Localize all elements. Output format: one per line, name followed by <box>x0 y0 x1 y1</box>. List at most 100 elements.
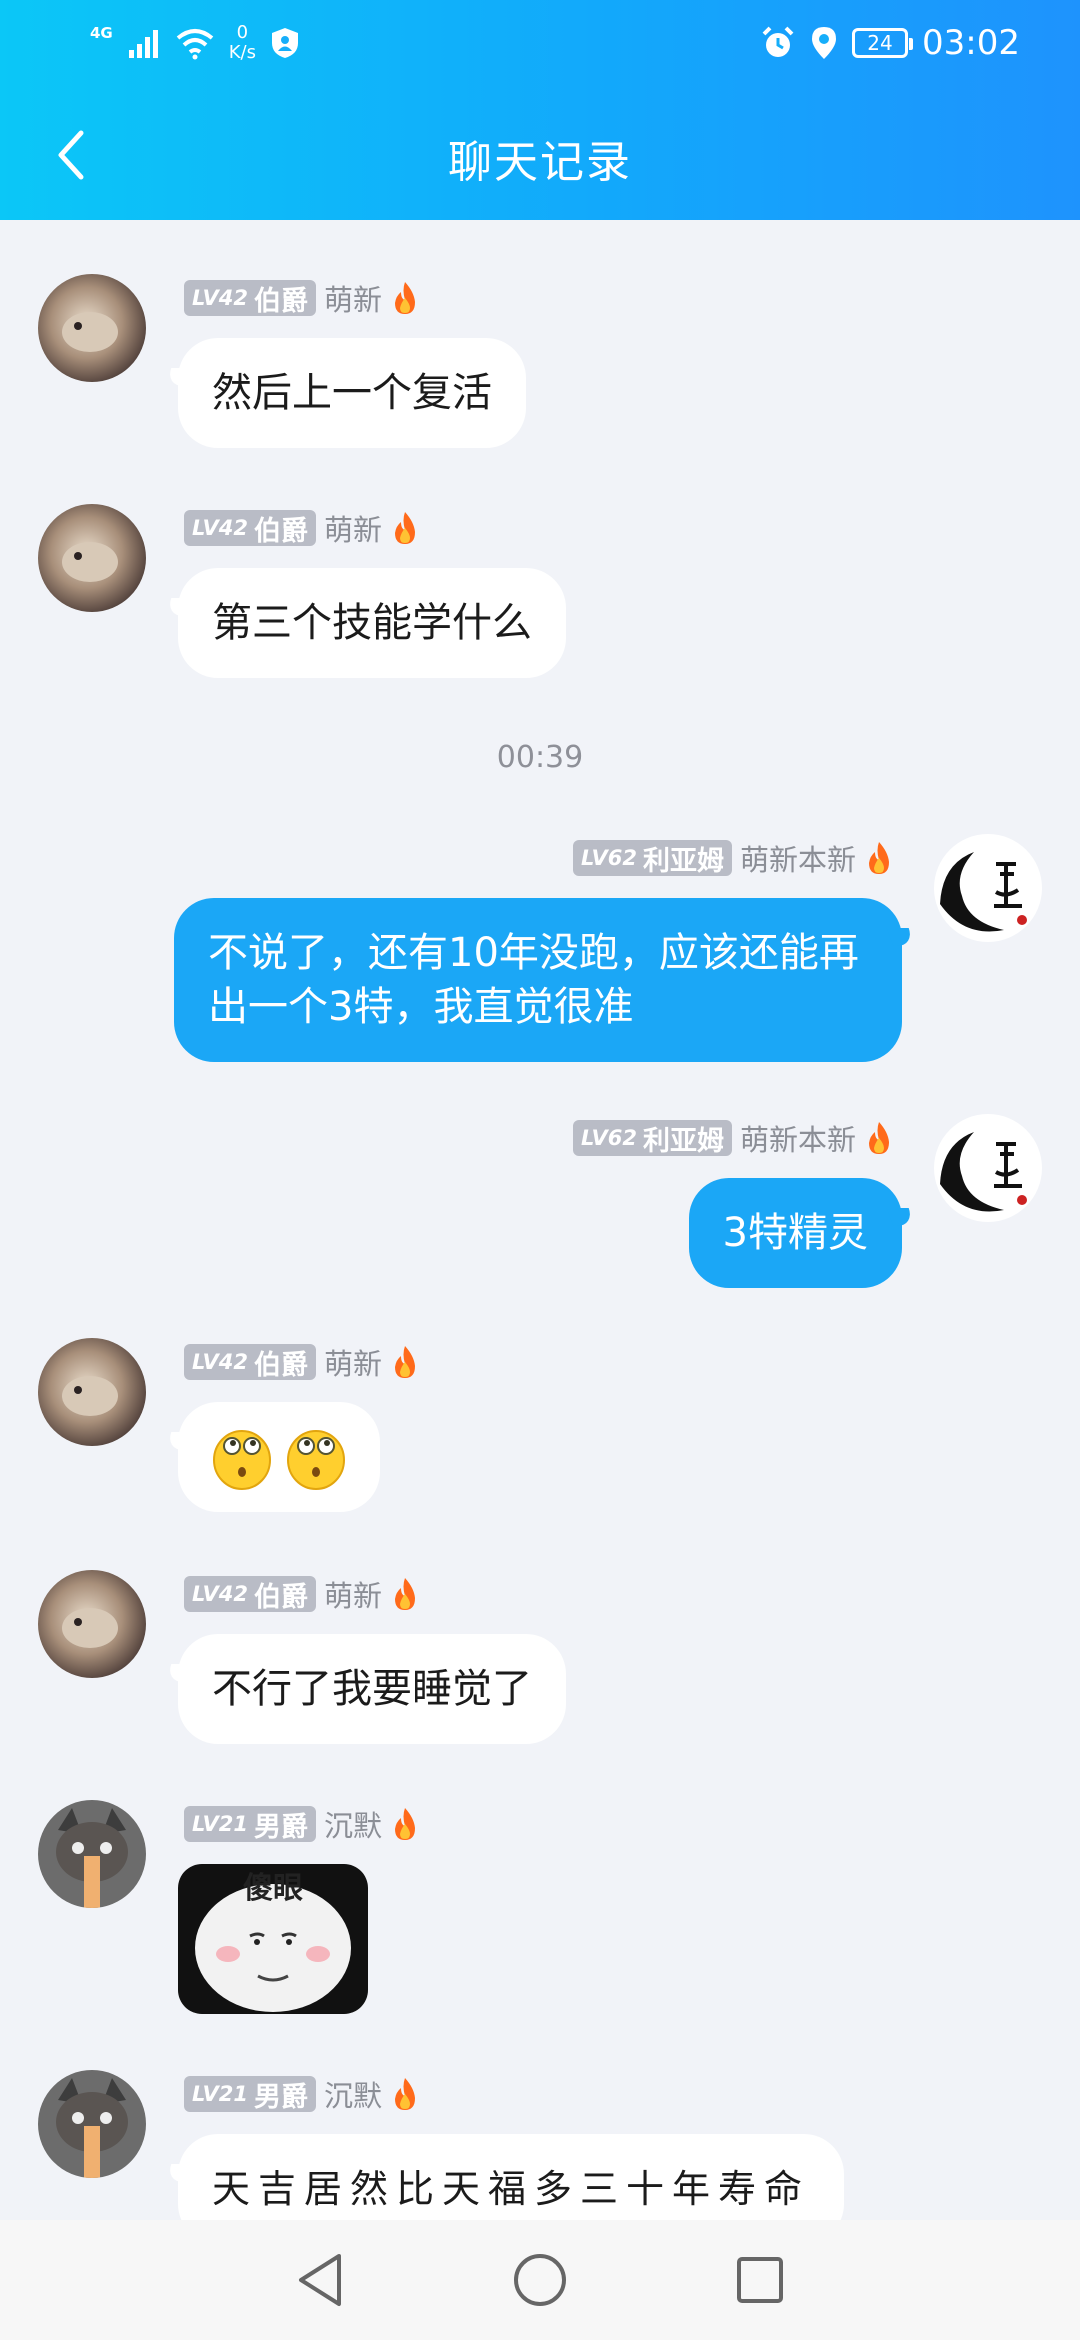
network-generation: 4G <box>90 24 113 42</box>
level-text: LV21 <box>192 1812 248 1836</box>
title-tag: 沉默 <box>323 1809 382 1843</box>
message-bubble[interactable]: 然后上一个复活 <box>178 338 526 448</box>
title-tag: 萌新 <box>323 1579 382 1613</box>
level-badge: LV62 利亚姆 <box>573 840 732 877</box>
location-icon <box>812 27 837 59</box>
page-title: 聊天记录 <box>448 137 632 188</box>
battery-icon: 24 <box>852 28 914 58</box>
avatar[interactable] <box>38 1800 146 1908</box>
title-tag: 萌新 <box>323 283 382 317</box>
status-time: 03:02 <box>922 23 1020 63</box>
message-row: LV42 伯爵 萌新 <box>0 1284 1080 1514</box>
circle-home-icon <box>514 2254 566 2306</box>
sender-meta: LV21 男爵 沉默 <box>184 2074 420 2114</box>
sender-meta: LV62 利亚姆 萌新本新 <box>573 838 894 878</box>
battery-level: 24 <box>867 31 893 55</box>
status-left: 4G 0 K/s <box>90 18 300 68</box>
level-text: LV42 <box>192 516 248 540</box>
level-text: LV42 <box>192 286 248 310</box>
level-text: LV62 <box>581 1126 637 1150</box>
status-bar: 4G 0 K/s 24 03:02 <box>0 0 1080 90</box>
message-row: LV42 伯爵 萌新 然后上一个复活 <box>0 220 1080 450</box>
wifi-icon <box>176 29 214 60</box>
sender-meta: LV62 利亚姆 萌新本新 <box>573 1118 894 1158</box>
alarm-icon <box>762 26 794 57</box>
level-text: LV42 <box>192 1582 248 1606</box>
nav-recents-button[interactable] <box>725 2245 795 2315</box>
level-badge: LV42 伯爵 <box>184 1344 316 1381</box>
nav-home-button[interactable] <box>505 2245 575 2315</box>
net-speed: 0 K/s <box>229 23 256 63</box>
fire-icon <box>394 1346 415 1378</box>
sender-meta: LV42 伯爵 萌新 <box>184 1574 420 1614</box>
nav-back-button[interactable] <box>285 2245 355 2315</box>
message-bubble[interactable] <box>178 1402 380 1512</box>
signal-icon <box>128 30 158 58</box>
net-speed-value: 0 <box>236 22 249 43</box>
message-row: LV21 男爵 沉默 天吉居然比天福多三十年寿命 <box>0 2016 1080 2220</box>
title-tag: 萌新 <box>323 513 382 547</box>
fire-icon <box>869 1122 889 1154</box>
thinking-face-emoji <box>287 1430 345 1490</box>
avatar[interactable] <box>38 2070 146 2178</box>
avatar[interactable] <box>38 1570 146 1678</box>
rank-text: 伯爵 <box>253 285 308 317</box>
message-row: LV62 利亚姆 萌新本新 3特精灵 <box>0 1060 1080 1290</box>
time-divider: 00:39 <box>496 740 584 775</box>
fire-icon <box>394 512 415 544</box>
level-text: LV42 <box>192 1350 248 1374</box>
level-badge: LV21 男爵 <box>184 1806 316 1843</box>
rank-text: 男爵 <box>253 2081 308 2113</box>
avatar[interactable] <box>934 834 1042 942</box>
rank-text: 利亚姆 <box>642 1125 724 1157</box>
level-text: LV62 <box>581 846 637 870</box>
level-badge: LV42 伯爵 <box>184 510 316 547</box>
message-row: LV62 利亚姆 萌新本新 不说了，还有10年没跑，应该还能再出一个3特，我直觉很… <box>0 780 1080 1080</box>
message-row: LV21 男爵 沉默 傻眼 <box>0 1746 1080 2016</box>
fire-icon <box>394 282 415 314</box>
sender-meta: LV42 伯爵 萌新 <box>184 508 420 548</box>
sender-meta: LV21 男爵 沉默 <box>184 1804 420 1844</box>
title-tag: 萌新 <box>323 1347 382 1381</box>
avatar[interactable] <box>38 504 146 612</box>
message-row: LV42 伯爵 萌新 不行了我要睡觉了 <box>0 1516 1080 1746</box>
message-bubble[interactable]: 不说了，还有10年没跑，应该还能再出一个3特，我直觉很准 <box>174 898 902 1062</box>
rank-text: 利亚姆 <box>642 845 724 877</box>
rank-text: 伯爵 <box>253 1349 308 1381</box>
avatar[interactable] <box>38 274 146 382</box>
title-bar: 聊天记录 <box>0 90 1080 220</box>
rank-text: 伯爵 <box>253 1581 308 1613</box>
level-badge: LV42 伯爵 <box>184 280 316 317</box>
level-text: LV21 <box>192 2082 248 2106</box>
avatar[interactable] <box>934 1114 1042 1222</box>
message-bubble[interactable]: 天吉居然比天福多三十年寿命 <box>178 2134 845 2220</box>
thinking-face-emoji <box>213 1430 271 1490</box>
message-bubble[interactable]: 3特精灵 <box>688 1178 902 1288</box>
triangle-back-icon <box>299 2254 341 2306</box>
title-tag: 沉默 <box>323 2079 382 2113</box>
fire-icon <box>869 842 889 874</box>
fire-icon <box>394 1578 415 1610</box>
fire-icon <box>394 1808 415 1840</box>
rank-text: 伯爵 <box>253 515 308 547</box>
status-right: 24 03:02 <box>760 18 1020 68</box>
avatar[interactable] <box>38 1338 146 1446</box>
system-nav-bar <box>0 2220 1080 2340</box>
message-bubble[interactable]: 不行了我要睡觉了 <box>178 1634 566 1744</box>
chat-history[interactable]: LV42 伯爵 萌新 然后上一个复活 LV42 伯爵 萌新 第三个技能学什么 00:… <box>0 220 1080 2220</box>
app-header: 4G 0 K/s 24 03:02 聊天记录 <box>0 0 1080 220</box>
vpn-shield-icon <box>272 28 298 58</box>
level-badge: LV42 伯爵 <box>184 1576 316 1613</box>
title-tag: 萌新本新 <box>739 1123 856 1157</box>
fire-icon <box>394 2078 415 2110</box>
message-bubble[interactable]: 第三个技能学什么 <box>178 568 566 678</box>
net-speed-unit: K/s <box>228 42 256 63</box>
sticker-image[interactable]: 傻眼 <box>178 1864 368 2014</box>
message-row: LV42 伯爵 萌新 第三个技能学什么 <box>0 450 1080 680</box>
title-tag: 萌新本新 <box>739 843 856 877</box>
sticker-caption: 傻眼 <box>243 1871 303 1906</box>
sender-meta: LV42 伯爵 萌新 <box>184 1342 420 1382</box>
level-badge: LV21 男爵 <box>184 2076 316 2113</box>
sender-meta: LV42 伯爵 萌新 <box>184 278 420 318</box>
square-recents-icon <box>737 2257 783 2303</box>
